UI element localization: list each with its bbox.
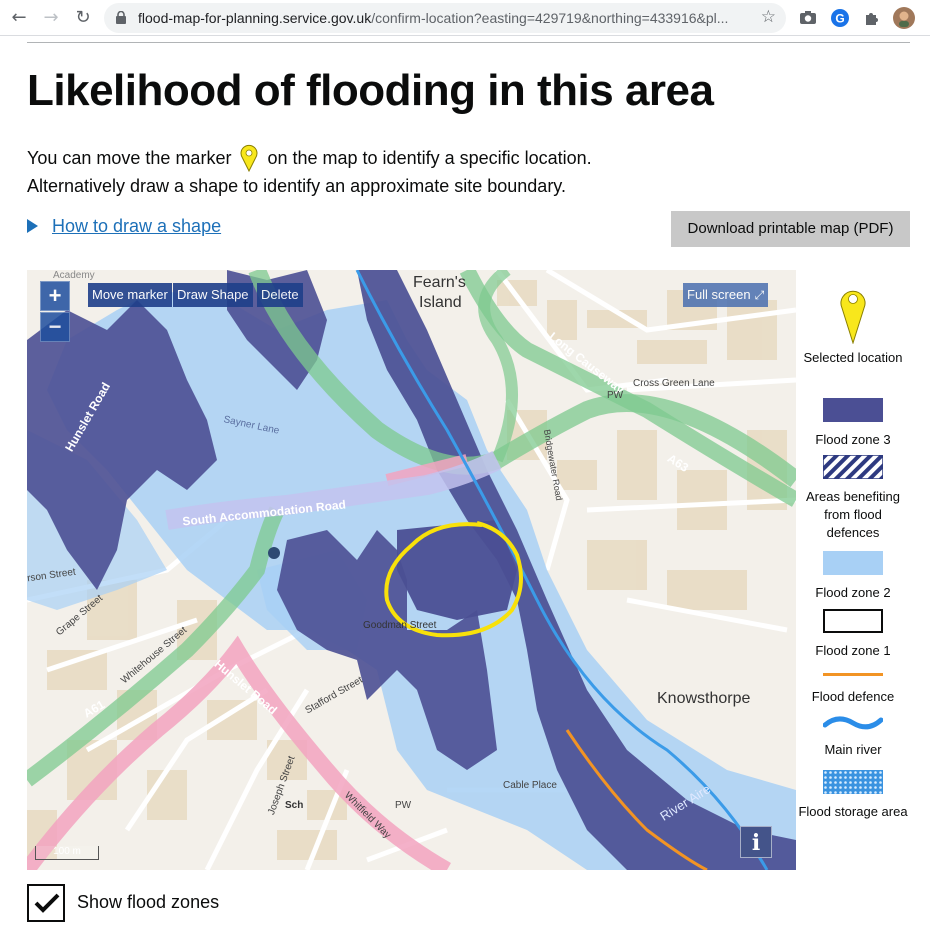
legend-main-river: Main river	[796, 714, 910, 759]
intro-text: You can move the marker on the map to id…	[27, 144, 727, 200]
flood-zone-2-swatch	[823, 551, 883, 575]
grammarly-icon[interactable]: G	[828, 6, 852, 30]
legend-flood-defence: Flood defence	[796, 670, 910, 706]
scale-bar: 100 m	[35, 846, 99, 860]
zoom-in-button[interactable]: +	[40, 281, 70, 311]
reload-icon[interactable]: ↻	[72, 7, 94, 29]
flood-zone-3-swatch	[823, 398, 883, 422]
camera-icon[interactable]	[796, 6, 820, 30]
map-label-pw-1: PW	[607, 390, 624, 401]
legend-selected-location: Selected location	[796, 286, 910, 367]
zoom-out-button[interactable]: −	[40, 312, 70, 342]
full-screen-label: Full screen	[687, 287, 751, 302]
legend-flood-zone-3: Flood zone 3	[796, 398, 910, 449]
legend-label-flood-zone-1: Flood zone 1	[815, 643, 891, 658]
legend-label-selected-location: Selected location	[803, 350, 903, 365]
legend-flood-storage: Flood storage area	[796, 770, 910, 821]
show-flood-zones-label[interactable]: Show flood zones	[77, 892, 219, 913]
back-arrow-icon[interactable]: ←	[8, 7, 30, 29]
move-marker-button[interactable]: Move marker	[88, 283, 172, 307]
download-pdf-button[interactable]: Download printable map (PDF)	[671, 211, 910, 247]
map-canvas[interactable]	[27, 270, 796, 870]
map-label-sch: Sch	[285, 800, 304, 811]
checkmark-icon	[34, 893, 60, 913]
map-label-fearns-1: Fearn's	[413, 274, 466, 291]
legend-label-main-river: Main river	[824, 742, 882, 757]
full-screen-button[interactable]: Full screen ⤢	[683, 283, 769, 307]
browser-toolbar: ← → ↻ flood-map-for-planning.service.gov…	[0, 0, 930, 36]
legend-flood-zone-2: Flood zone 2	[796, 551, 910, 602]
how-to-draw-details[interactable]: How to draw a shape	[27, 216, 221, 237]
flood-zone-1-swatch	[823, 609, 883, 633]
address-bar[interactable]: flood-map-for-planning.service.gov.uk/co…	[104, 3, 786, 33]
forward-arrow-icon[interactable]: →	[40, 7, 62, 29]
main-river-swatch	[822, 716, 884, 730]
marker-pin-icon	[840, 290, 866, 345]
extensions-puzzle-icon[interactable]	[860, 6, 884, 30]
intro-line2: Alternatively draw a shape to identify a…	[27, 176, 566, 196]
header-rule	[27, 42, 910, 43]
expand-icon: ⤢	[754, 288, 765, 302]
legend-areas-benefiting: Areas benefiting from flood defences	[796, 454, 910, 542]
map-label-cross-green-lane: Cross Green Lane	[633, 378, 715, 389]
expand-triangle-icon	[27, 219, 38, 233]
flood-map[interactable]: Fearn's Island Knowsthorpe Long Causeway…	[27, 270, 796, 870]
legend-label-areas-benefiting: Areas benefiting from flood defences	[806, 489, 900, 540]
how-to-draw-link[interactable]: How to draw a shape	[52, 216, 221, 236]
hatched-swatch	[822, 454, 884, 480]
lock-icon	[116, 11, 126, 24]
legend-label-flood-storage: Flood storage area	[798, 804, 908, 819]
legend-label-flood-defence: Flood defence	[811, 689, 895, 704]
map-legend: Selected location Flood zone 3 Areas ben…	[796, 270, 910, 870]
profile-avatar[interactable]	[892, 6, 916, 30]
marker-pin-icon	[240, 144, 258, 172]
svg-text:G: G	[835, 12, 844, 26]
info-button[interactable]: i	[740, 826, 772, 858]
map-label-knowsthorpe: Knowsthorpe	[657, 690, 751, 707]
flood-defence-swatch	[823, 673, 883, 676]
map-label-academy: Academy	[53, 270, 95, 281]
draw-shape-button[interactable]: Draw Shape	[173, 283, 253, 307]
legend-label-flood-zone-2: Flood zone 2	[815, 585, 891, 600]
page-title: Likelihood of flooding in this area	[27, 66, 714, 115]
delete-button[interactable]: Delete	[257, 283, 303, 307]
map-label-pw-2: PW	[395, 800, 412, 811]
bookmark-star-icon[interactable]: ☆	[761, 7, 776, 27]
map-label-goodman-street: Goodman Street	[363, 620, 437, 631]
legend-flood-zone-1: Flood zone 1	[796, 609, 910, 660]
legend-label-flood-zone-3: Flood zone 3	[815, 432, 891, 447]
intro-part1: You can move the marker	[27, 148, 232, 168]
intro-part2: on the map to identify a specific locati…	[267, 148, 592, 168]
show-flood-zones-checkbox[interactable]	[27, 884, 65, 922]
map-label-fearns-2: Island	[419, 294, 462, 311]
flood-storage-swatch	[823, 770, 883, 794]
url-text: flood-map-for-planning.service.gov.uk/co…	[138, 10, 729, 26]
map-label-cable-place: Cable Place	[503, 780, 557, 791]
